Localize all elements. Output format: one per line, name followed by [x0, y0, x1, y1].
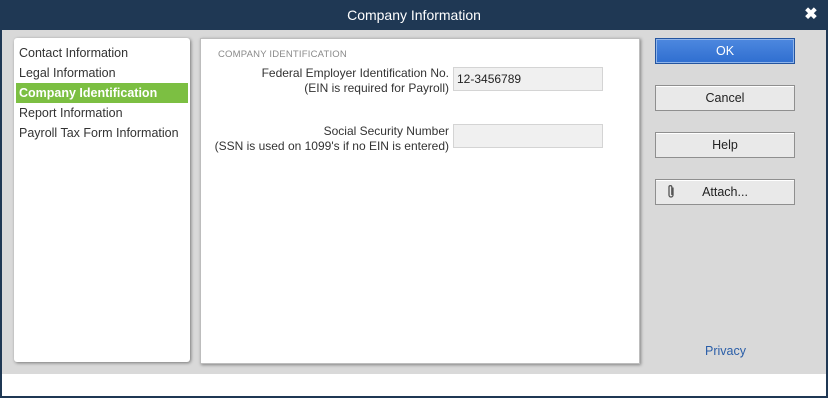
company-information-dialog: Company Information ✖ Contact Informatio… [0, 0, 828, 398]
cancel-button[interactable]: Cancel [655, 85, 795, 111]
ssn-label-line2: (SSN is used on 1099's if no EIN is ente… [214, 139, 449, 153]
window-title: Company Information [347, 7, 481, 23]
ok-button[interactable]: OK [655, 38, 795, 64]
ein-label-line2: (EIN is required for Payroll) [304, 81, 449, 95]
close-icon[interactable]: ✖ [800, 4, 822, 26]
ssn-label-line1: Social Security Number [323, 124, 449, 138]
company-identification-panel: COMPANY IDENTIFICATION Federal Employer … [200, 38, 640, 364]
title-bar[interactable]: Company Information ✖ [0, 0, 828, 30]
nav-item-payroll-tax-form-information[interactable]: Payroll Tax Form Information [16, 123, 188, 143]
section-header: COMPANY IDENTIFICATION [218, 49, 347, 60]
dialog-body: Contact Information Legal Information Co… [2, 30, 826, 374]
section-nav-list: Contact Information Legal Information Co… [14, 38, 190, 362]
help-button[interactable]: Help [655, 132, 795, 158]
attach-button[interactable]: Attach... [655, 179, 795, 205]
paperclip-icon [666, 184, 676, 200]
nav-item-report-information[interactable]: Report Information [16, 103, 188, 123]
nav-item-company-identification[interactable]: Company Identification [16, 83, 188, 103]
nav-item-legal-information[interactable]: Legal Information [16, 63, 188, 83]
nav-item-contact-information[interactable]: Contact Information [16, 43, 188, 63]
ein-label-line1: Federal Employer Identification No. [261, 66, 449, 80]
ssn-label: Social Security Number (SSN is used on 1… [215, 124, 449, 154]
ein-label: Federal Employer Identification No. (EIN… [262, 66, 449, 96]
ssn-field[interactable] [453, 124, 603, 148]
attach-button-label: Attach... [702, 185, 748, 199]
privacy-link[interactable]: Privacy [705, 344, 746, 358]
status-strip [2, 374, 826, 396]
ein-field[interactable] [453, 67, 603, 91]
